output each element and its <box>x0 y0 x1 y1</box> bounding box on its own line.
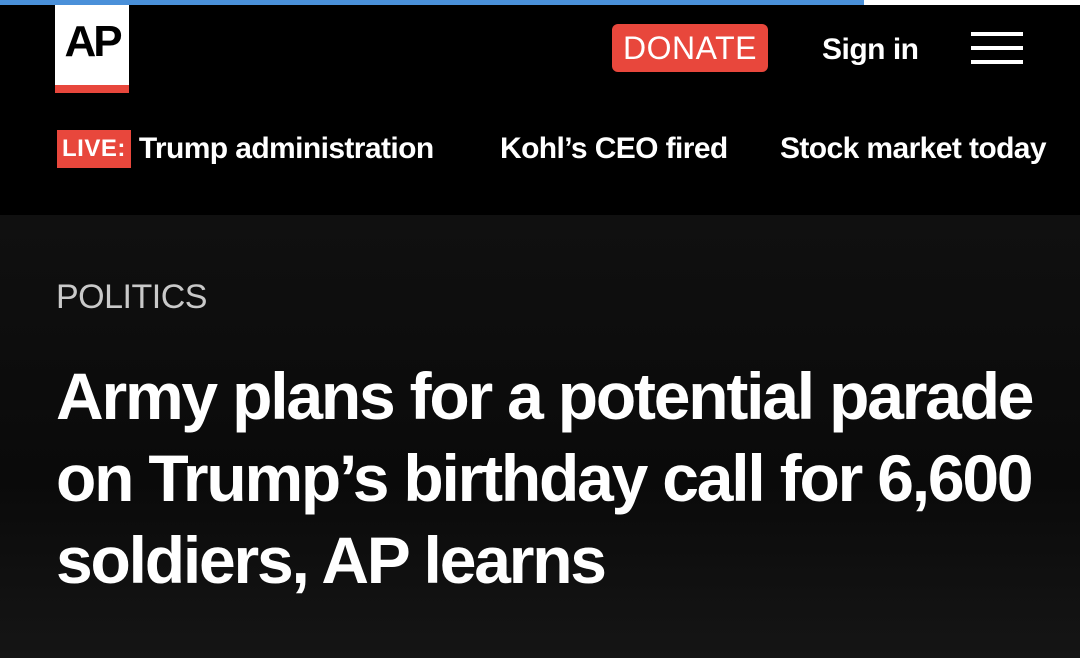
menu-line-middle <box>971 46 1023 50</box>
article-headline: Army plans for a potential parade on Tru… <box>56 359 1035 597</box>
trending-item-label: Kohl’s CEO fired <box>500 132 728 165</box>
trending-item-kohls-ceo[interactable]: Kohl’s CEO fired <box>500 127 728 171</box>
article-header: POLITICS Army plans for a potential para… <box>0 215 1080 658</box>
trending-item-trump-administration[interactable]: LIVE: Trump administration <box>57 127 434 171</box>
ap-logo[interactable]: AP <box>55 5 129 93</box>
ap-logo-text: AP <box>64 17 122 66</box>
category-link[interactable]: POLITICS <box>56 277 207 317</box>
site-header: AP DONATE Sign in <box>0 5 1080 110</box>
live-badge: LIVE: <box>57 130 131 168</box>
hamburger-menu-icon[interactable] <box>971 32 1023 64</box>
menu-line-top <box>971 32 1023 36</box>
trending-item-label: Stock market today <box>780 132 1047 165</box>
donate-button[interactable]: DONATE <box>612 24 768 72</box>
trending-topics-bar: LIVE: Trump administration Kohl’s CEO fir… <box>0 110 1080 215</box>
trending-item-label: Trump administration <box>138 132 434 165</box>
sign-in-link[interactable]: Sign in <box>822 30 919 70</box>
menu-line-bottom <box>971 60 1023 64</box>
trending-item-stock-market[interactable]: Stock market today <box>780 127 1047 171</box>
